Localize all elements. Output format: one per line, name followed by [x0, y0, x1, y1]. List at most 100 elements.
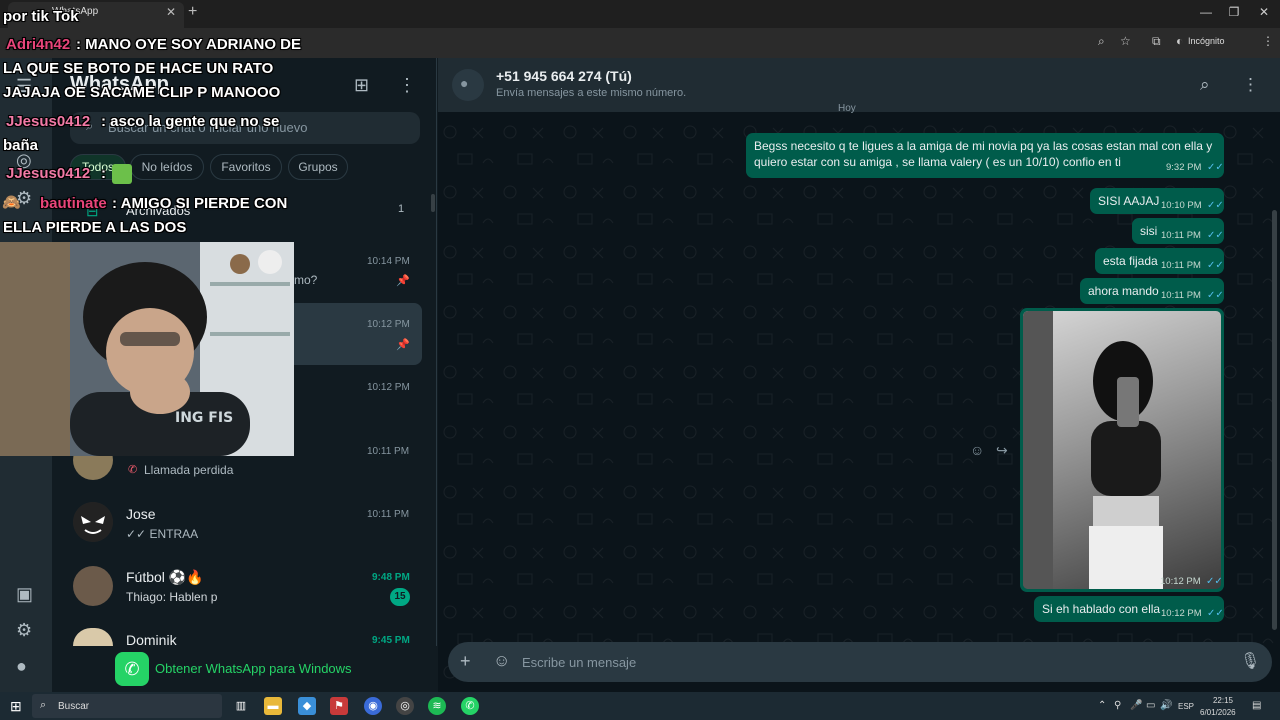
filter-unread[interactable]: No leídos — [130, 154, 204, 180]
attach-plus-icon[interactable]: + — [460, 651, 471, 672]
whatsapp-logo-icon[interactable]: ✆ — [115, 652, 149, 686]
tray-chevron-icon[interactable]: ⌃ — [1098, 700, 1106, 711]
volume-icon[interactable]: 🔊 — [1160, 700, 1172, 711]
badge-icon: 🙈 — [2, 194, 21, 211]
chat-header — [438, 58, 1280, 112]
read-ticks-icon: ✓✓ — [1207, 200, 1224, 211]
app-icon[interactable]: ⚑ — [330, 697, 348, 715]
contact-name[interactable]: +51 945 664 274 (Tú) — [496, 68, 632, 84]
read-ticks-icon: ✓✓ — [1207, 290, 1224, 301]
message-time: 10:11 PM — [1161, 290, 1201, 301]
chat-preview: mo? — [294, 273, 318, 287]
maximize-icon[interactable]: ❐ — [1224, 5, 1244, 19]
get-app-link[interactable]: Obtener WhatsApp para Windows — [155, 661, 352, 676]
sidebar-scrollbar[interactable] — [431, 194, 435, 212]
task-view-icon[interactable]: ▥ — [232, 697, 250, 715]
filter-groups[interactable]: Grupos — [288, 154, 348, 180]
chat-name: Fútbol ⚽🔥 — [126, 569, 204, 585]
taskbar-search-icon: ⌕ — [40, 699, 47, 711]
window-close-icon[interactable]: ✕ — [1254, 5, 1274, 19]
clock-time[interactable]: 22:15 — [1206, 696, 1240, 705]
chat-time: 10:12 PM — [367, 382, 410, 393]
settings-icon[interactable]: ⚙ — [16, 620, 32, 641]
chat-time: 9:48 PM — [372, 572, 410, 583]
chat-time: 10:14 PM — [367, 256, 410, 267]
react-emoji-icon[interactable]: ☺ — [970, 442, 984, 458]
minimize-icon[interactable]: — — [1196, 5, 1216, 19]
notifications-icon[interactable]: ▤ — [1252, 700, 1261, 711]
overlay-comment: : MANO OYE SOY ADRIANO DE — [76, 36, 302, 53]
read-ticks-icon: ✓✓ — [1207, 260, 1224, 271]
emote-icon — [112, 164, 132, 184]
message-time: 10:12 PM — [1160, 576, 1201, 587]
chat-time: 10:11 PM — [367, 509, 410, 520]
date-chip: Hoy — [838, 103, 856, 114]
person-icon: ● — [460, 75, 469, 91]
incognito-icon: ◐ — [1176, 34, 1184, 48]
browser-menu-icon[interactable]: ⋮ — [1262, 34, 1274, 48]
taskbar-search-label: Buscar — [58, 701, 90, 712]
zoom-icon[interactable]: ⌕ — [1098, 34, 1105, 49]
message-time: 10:11 PM — [1161, 260, 1201, 271]
avatar — [73, 502, 113, 542]
message-text: ahora mando — [1088, 284, 1159, 298]
read-ticks-icon: ✓✓ — [1207, 608, 1224, 619]
chat-time: 10:12 PM — [367, 319, 410, 330]
message-text: Si eh hablado con ella — [1042, 602, 1161, 616]
mic-tray-icon[interactable]: 🎤 — [1130, 700, 1142, 711]
windows-start-icon[interactable]: ⊞ — [10, 698, 22, 715]
chrome-icon[interactable]: ◉ — [364, 697, 382, 715]
extension-icon[interactable]: ⧉ — [1152, 34, 1161, 49]
sticker-icon[interactable]: ☺ — [493, 651, 510, 671]
microphone-icon[interactable]: 🎙 — [1240, 651, 1260, 671]
overlay-comment: : asco la gente que no se — [101, 113, 280, 130]
chat-time: 10:11 PM — [367, 446, 410, 457]
chat-time: 9:45 PM — [372, 635, 410, 646]
chat-preview: Thiago: Hablen p — [126, 590, 218, 604]
message-text: esta fijada — [1103, 254, 1158, 268]
read-ticks-icon: ✓✓ — [1207, 162, 1224, 173]
chat-preview: ✓✓ ENTRAA — [126, 527, 199, 541]
language-indicator[interactable]: ESP — [1178, 702, 1194, 711]
app-icon[interactable]: ◎ — [396, 697, 414, 715]
overlay-comment: JAJAJA OE SACAME CLIP P MANOOO — [3, 84, 281, 101]
sidebar-menu-icon[interactable]: ⋮ — [398, 75, 416, 96]
new-chat-icon[interactable]: ⊞ — [354, 75, 369, 96]
tray-icon[interactable]: ⚲ — [1114, 700, 1121, 711]
photo-image[interactable] — [1023, 311, 1221, 589]
message-time: 10:12 PM — [1161, 608, 1202, 619]
message-text: Begss necesito q te ligues a la amiga de… — [754, 139, 1213, 169]
message-time: 10:10 PM — [1161, 200, 1202, 211]
network-icon[interactable]: ▭ — [1146, 700, 1155, 711]
whatsapp-taskbar-icon[interactable]: ✆ — [461, 697, 479, 715]
unread-badge: 15 — [390, 588, 410, 606]
chat-menu-icon[interactable]: ⋮ — [1242, 75, 1259, 95]
pin-icon: 📌 — [396, 339, 410, 351]
profile-icon[interactable]: ● — [16, 656, 27, 677]
forward-icon[interactable]: ↪ — [996, 442, 1008, 459]
new-tab-icon[interactable]: + — [188, 3, 197, 21]
overlay-username: JJesus0412 — [6, 165, 91, 182]
clock-date[interactable]: 6/01/2026 — [1200, 708, 1236, 717]
message-time: 10:11 PM — [1161, 230, 1201, 241]
overlay-header: por tik Tok — [3, 8, 79, 25]
pin-icon: 📌 — [396, 275, 410, 287]
app-icon[interactable]: ◆ — [298, 697, 316, 715]
chat-name: Jose — [126, 506, 156, 522]
message-text: sisi — [1140, 224, 1158, 238]
chat-preview: Llamada perdida — [144, 463, 234, 477]
chat-search-icon[interactable]: ⌕ — [1200, 75, 1210, 95]
filter-favorites[interactable]: Favoritos — [210, 154, 282, 180]
overlay-comment: ELLA PIERDE A LAS DOS — [3, 219, 187, 236]
tab-close-icon[interactable]: ✕ — [166, 5, 176, 19]
message-time: 9:32 PM — [1166, 162, 1202, 173]
overlay-comment: : AMIGO SI PIERDE CON — [112, 195, 288, 212]
media-icon[interactable]: ▣ — [16, 584, 33, 605]
spotify-icon[interactable]: ≋ — [428, 697, 446, 715]
overlay-comment: baña — [3, 137, 39, 154]
svg-text:ING FIS: ING FIS — [175, 410, 233, 426]
file-explorer-icon[interactable]: ▬ — [264, 697, 282, 715]
chat-scrollbar[interactable] — [1272, 210, 1277, 630]
bookmark-star-icon[interactable]: ☆ — [1120, 34, 1131, 48]
message-input[interactable] — [522, 650, 1202, 674]
